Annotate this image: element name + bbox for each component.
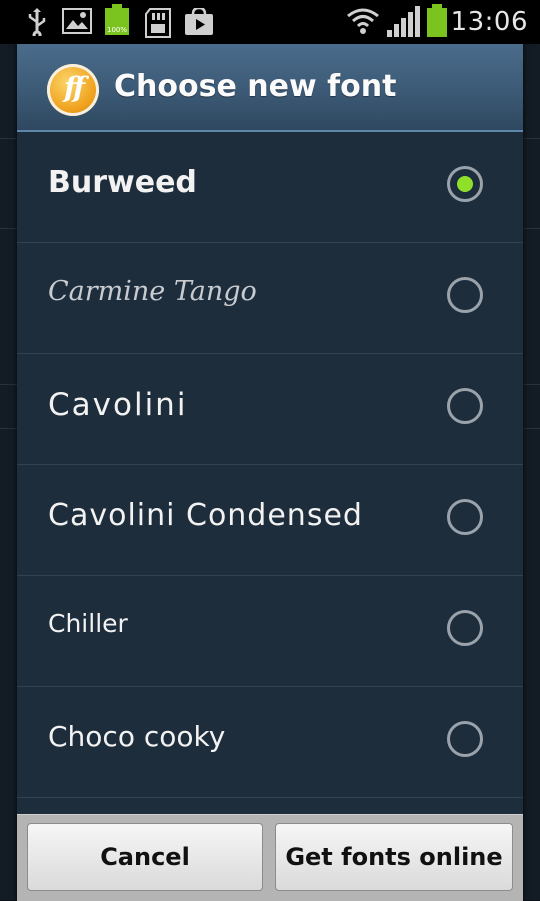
font-option-cavolini-condensed[interactable]: Cavolini Condensed — [17, 465, 523, 576]
sd-card-icon — [144, 8, 172, 42]
usb-icon — [26, 8, 48, 40]
radio-button-selected[interactable] — [447, 166, 483, 202]
dialog-title: Choose new font — [114, 69, 397, 104]
battery-icon — [426, 4, 448, 42]
choose-font-dialog: ff Choose new font Burweed Carmine Tango… — [17, 44, 523, 901]
gallery-icon — [62, 8, 92, 38]
radio-button[interactable] — [447, 277, 483, 313]
svg-text:100%: 100% — [107, 26, 127, 34]
cancel-button[interactable]: Cancel — [27, 823, 263, 891]
wifi-icon — [346, 6, 380, 40]
font-option-carmine-tango[interactable]: Carmine Tango — [17, 243, 523, 354]
font-option-label: Cavolini Condensed — [48, 498, 363, 533]
font-option-label: Burweed — [48, 165, 197, 200]
dialog-header: ff Choose new font — [17, 44, 523, 132]
signal-icon — [386, 6, 420, 42]
radio-button[interactable] — [447, 388, 483, 424]
battery-100-icon: 100% — [104, 4, 130, 40]
font-option-label: Chiller — [48, 609, 128, 638]
dialog-button-bar: Cancel Get fonts online — [17, 814, 523, 901]
font-list: Burweed Carmine Tango Cavolini Cavolini … — [17, 132, 523, 798]
font-option-cavolini[interactable]: Cavolini — [17, 354, 523, 465]
font-option-burweed[interactable]: Burweed — [17, 132, 523, 243]
radio-button[interactable] — [447, 499, 483, 535]
play-store-icon — [184, 6, 214, 40]
get-fonts-online-button[interactable]: Get fonts online — [275, 823, 513, 891]
font-option-label: Cavolini — [48, 387, 188, 423]
clock: 13:06 — [450, 7, 528, 37]
status-bar: 100% 13:06 — [0, 0, 540, 44]
font-option-chiller[interactable]: Chiller — [17, 576, 523, 687]
app-logo-text: ff — [63, 71, 85, 104]
font-option-choco-cooky[interactable]: Choco cooky — [17, 687, 523, 798]
app-logo-icon: ff — [47, 64, 99, 116]
font-option-label: Choco cooky — [48, 720, 226, 753]
font-option-label: Carmine Tango — [48, 276, 257, 307]
radio-button[interactable] — [447, 721, 483, 757]
radio-button[interactable] — [447, 610, 483, 646]
